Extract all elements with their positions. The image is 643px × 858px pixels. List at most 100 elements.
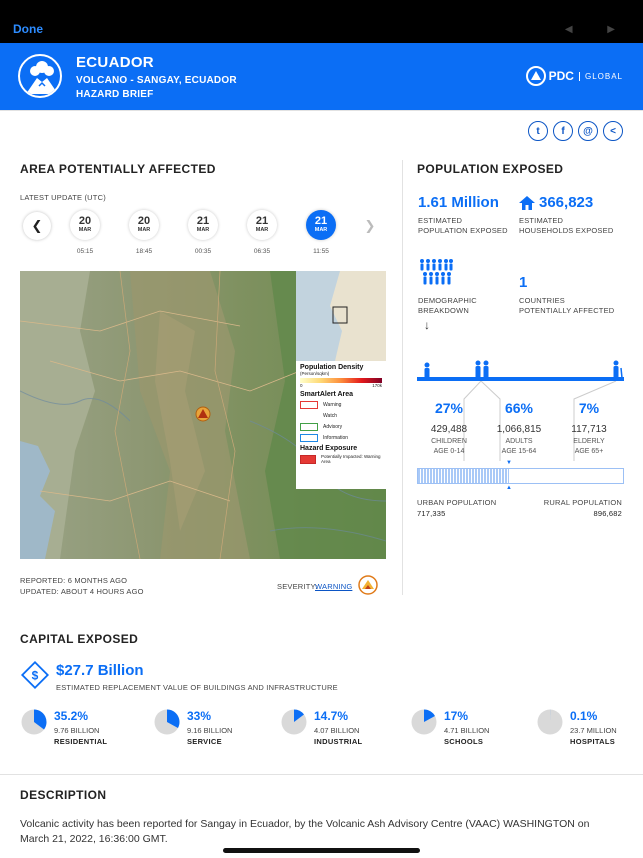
estimated-population-value: 1.61 Million (418, 194, 499, 211)
updated-label: UPDATED: ABOUT 4 HOURS AGO (20, 587, 144, 596)
description-section-title: DESCRIPTION (20, 788, 107, 802)
capital-pct: 17% (444, 709, 469, 723)
capital-name: SERVICE (187, 737, 222, 746)
households-label: ESTIMATED HOUSEHOLDS EXPOSED (519, 216, 614, 235)
capital-pct: 35.2% (54, 709, 89, 723)
page-nav-arrows[interactable]: ◀ ▶ (565, 24, 631, 35)
urban-value: 717,335 (417, 509, 446, 518)
rural-label: RURAL POPULATION (543, 498, 622, 507)
timeline-day: 20 (137, 215, 151, 227)
timeline-item[interactable]: 20 MAR 18:45 (129, 210, 159, 255)
share-icon[interactable]: < (603, 121, 623, 141)
pdc-brand: PDC (548, 69, 574, 83)
timeline-time: 11:55 (313, 248, 329, 255)
urban-fill (418, 469, 510, 483)
twitter-icon[interactable]: t (528, 121, 548, 141)
timeline-month: MAR (314, 227, 328, 233)
timeline-time: 06:35 (253, 248, 271, 255)
severity-warning-link[interactable]: WARNING (315, 582, 352, 591)
capital-value: 4.71 BILLION (444, 726, 490, 735)
children-pct: 27% (434, 400, 464, 416)
rural-value: 896,682 (593, 509, 622, 518)
chevron-right-icon: ❯ (364, 218, 376, 233)
reported-label: REPORTED: 6 MONTHS AGO (20, 576, 128, 585)
timeline-month: MAR (196, 227, 210, 233)
people-group-icon (420, 259, 453, 285)
urban-rural-marker-bottom: ▲ (506, 485, 512, 491)
home-indicator[interactable] (223, 848, 420, 853)
timeline-item[interactable]: 21 MAR 06:35 (247, 210, 277, 255)
top-navigation-bar: Done ◀ ▶ (0, 0, 643, 43)
email-icon[interactable]: @ (578, 121, 598, 141)
urban-rural-bar (417, 468, 624, 484)
households-value: 366,823 (539, 194, 594, 211)
timeline-next-button[interactable]: ❯ (356, 212, 384, 240)
legend-hazard-exposure: Hazard Exposure (300, 445, 358, 452)
adults-group: ADULTS (505, 438, 533, 445)
pie-icon (537, 709, 563, 735)
timeline-time: 05:15 (76, 248, 94, 255)
timeline-day: 21 (314, 215, 328, 227)
timeline-month: MAR (255, 227, 269, 233)
children-group: CHILDREN (431, 438, 467, 445)
population-section-title: POPULATION EXPOSED (417, 162, 564, 176)
severity-label: SEVERITY: (277, 582, 318, 591)
legend-label: Advisory (323, 424, 343, 430)
capital-pct: 33% (187, 709, 212, 723)
timeline-item[interactable]: 21 MAR 00:35 (188, 210, 218, 255)
legend-pop-density: Population Density (300, 364, 364, 371)
hazard-header: ECUADOR VOLCANO - SANGAY, ECUADOR HAZARD… (0, 43, 643, 110)
demographic-label: DEMOGRAPHIC BREAKDOWN (418, 296, 477, 315)
divider (0, 110, 643, 111)
map-legend: Population Density (Person/sqkm) 0 170k … (296, 361, 386, 489)
pie-icon (21, 709, 47, 735)
legend-smartalert: SmartAlert Area (300, 391, 354, 398)
hazard-map[interactable]: Population Density (Person/sqkm) 0 170k … (20, 271, 386, 559)
elderly-range: AGE 65+ (574, 448, 604, 455)
legend-label: Information (323, 435, 349, 441)
children-count: 429,488 (430, 424, 468, 435)
timeline-day: 21 (196, 215, 210, 227)
timeline-time: 18:45 (135, 248, 153, 255)
legend-row: Watch (300, 412, 382, 420)
scale-min: 0 (300, 383, 303, 388)
capital-value: 9.76 BILLION (54, 726, 100, 735)
update-timeline: ❮ 20 MAR 05:15 20 MAR 18:45 21 MAR 00:35 21… (20, 208, 386, 258)
timeline-prev-button[interactable]: ❮ (23, 212, 51, 240)
capital-name: RESIDENTIAL (54, 737, 108, 746)
capital-pct: 14.7% (314, 709, 349, 723)
capital-pct: 0.1% (570, 709, 598, 723)
elderly-group: ELDERLY (573, 438, 605, 445)
elderly-icon (613, 360, 623, 378)
legend-label: Potentially Impacted: Warning Area (320, 454, 381, 464)
capital-name: HOSPITALS (570, 737, 616, 746)
urban-label: URBAN POPULATION (417, 498, 497, 507)
money-tag-icon: $ (20, 660, 50, 690)
adults-count: 1,066,815 (496, 424, 542, 435)
severity-icon (358, 575, 378, 595)
capital-total-label: ESTIMATED REPLACEMENT VALUE OF BUILDINGS… (56, 683, 338, 692)
chevron-left-icon: ❮ (31, 218, 43, 233)
page-title: ECUADOR (76, 54, 154, 71)
pdc-logo-icon (525, 66, 546, 86)
estimated-population-label: ESTIMATED POPULATION EXPOSED (418, 216, 508, 235)
capital-value: 23.7 MILLION (570, 726, 617, 735)
timeline-time: 00:35 (194, 248, 212, 255)
legend-pop-unit: (Person/sqkm) (300, 371, 330, 376)
timeline-item-active[interactable]: 21 MAR 11:55 (306, 210, 336, 255)
capital-total-value: $27.7 Billion (56, 662, 144, 679)
divider (0, 774, 643, 775)
done-button[interactable]: Done (13, 22, 43, 36)
scale-max: 170k (372, 383, 382, 388)
legend-row: Warning (300, 401, 382, 409)
capital-name: SCHOOLS (444, 737, 484, 746)
facebook-icon[interactable]: f (553, 121, 573, 141)
elderly-count: 117,713 (571, 424, 607, 435)
hazard-subtitle: VOLCANO - SANGAY, ECUADOR (76, 75, 237, 86)
timeline-day: 20 (78, 215, 92, 227)
timeline-month: MAR (137, 227, 151, 233)
timeline-item[interactable]: 20 MAR 05:15 (70, 210, 100, 255)
description-text: Volcanic activity has been reported for … (20, 818, 590, 845)
child-icon (424, 362, 430, 378)
capital-value: 9.16 BILLION (187, 726, 233, 735)
